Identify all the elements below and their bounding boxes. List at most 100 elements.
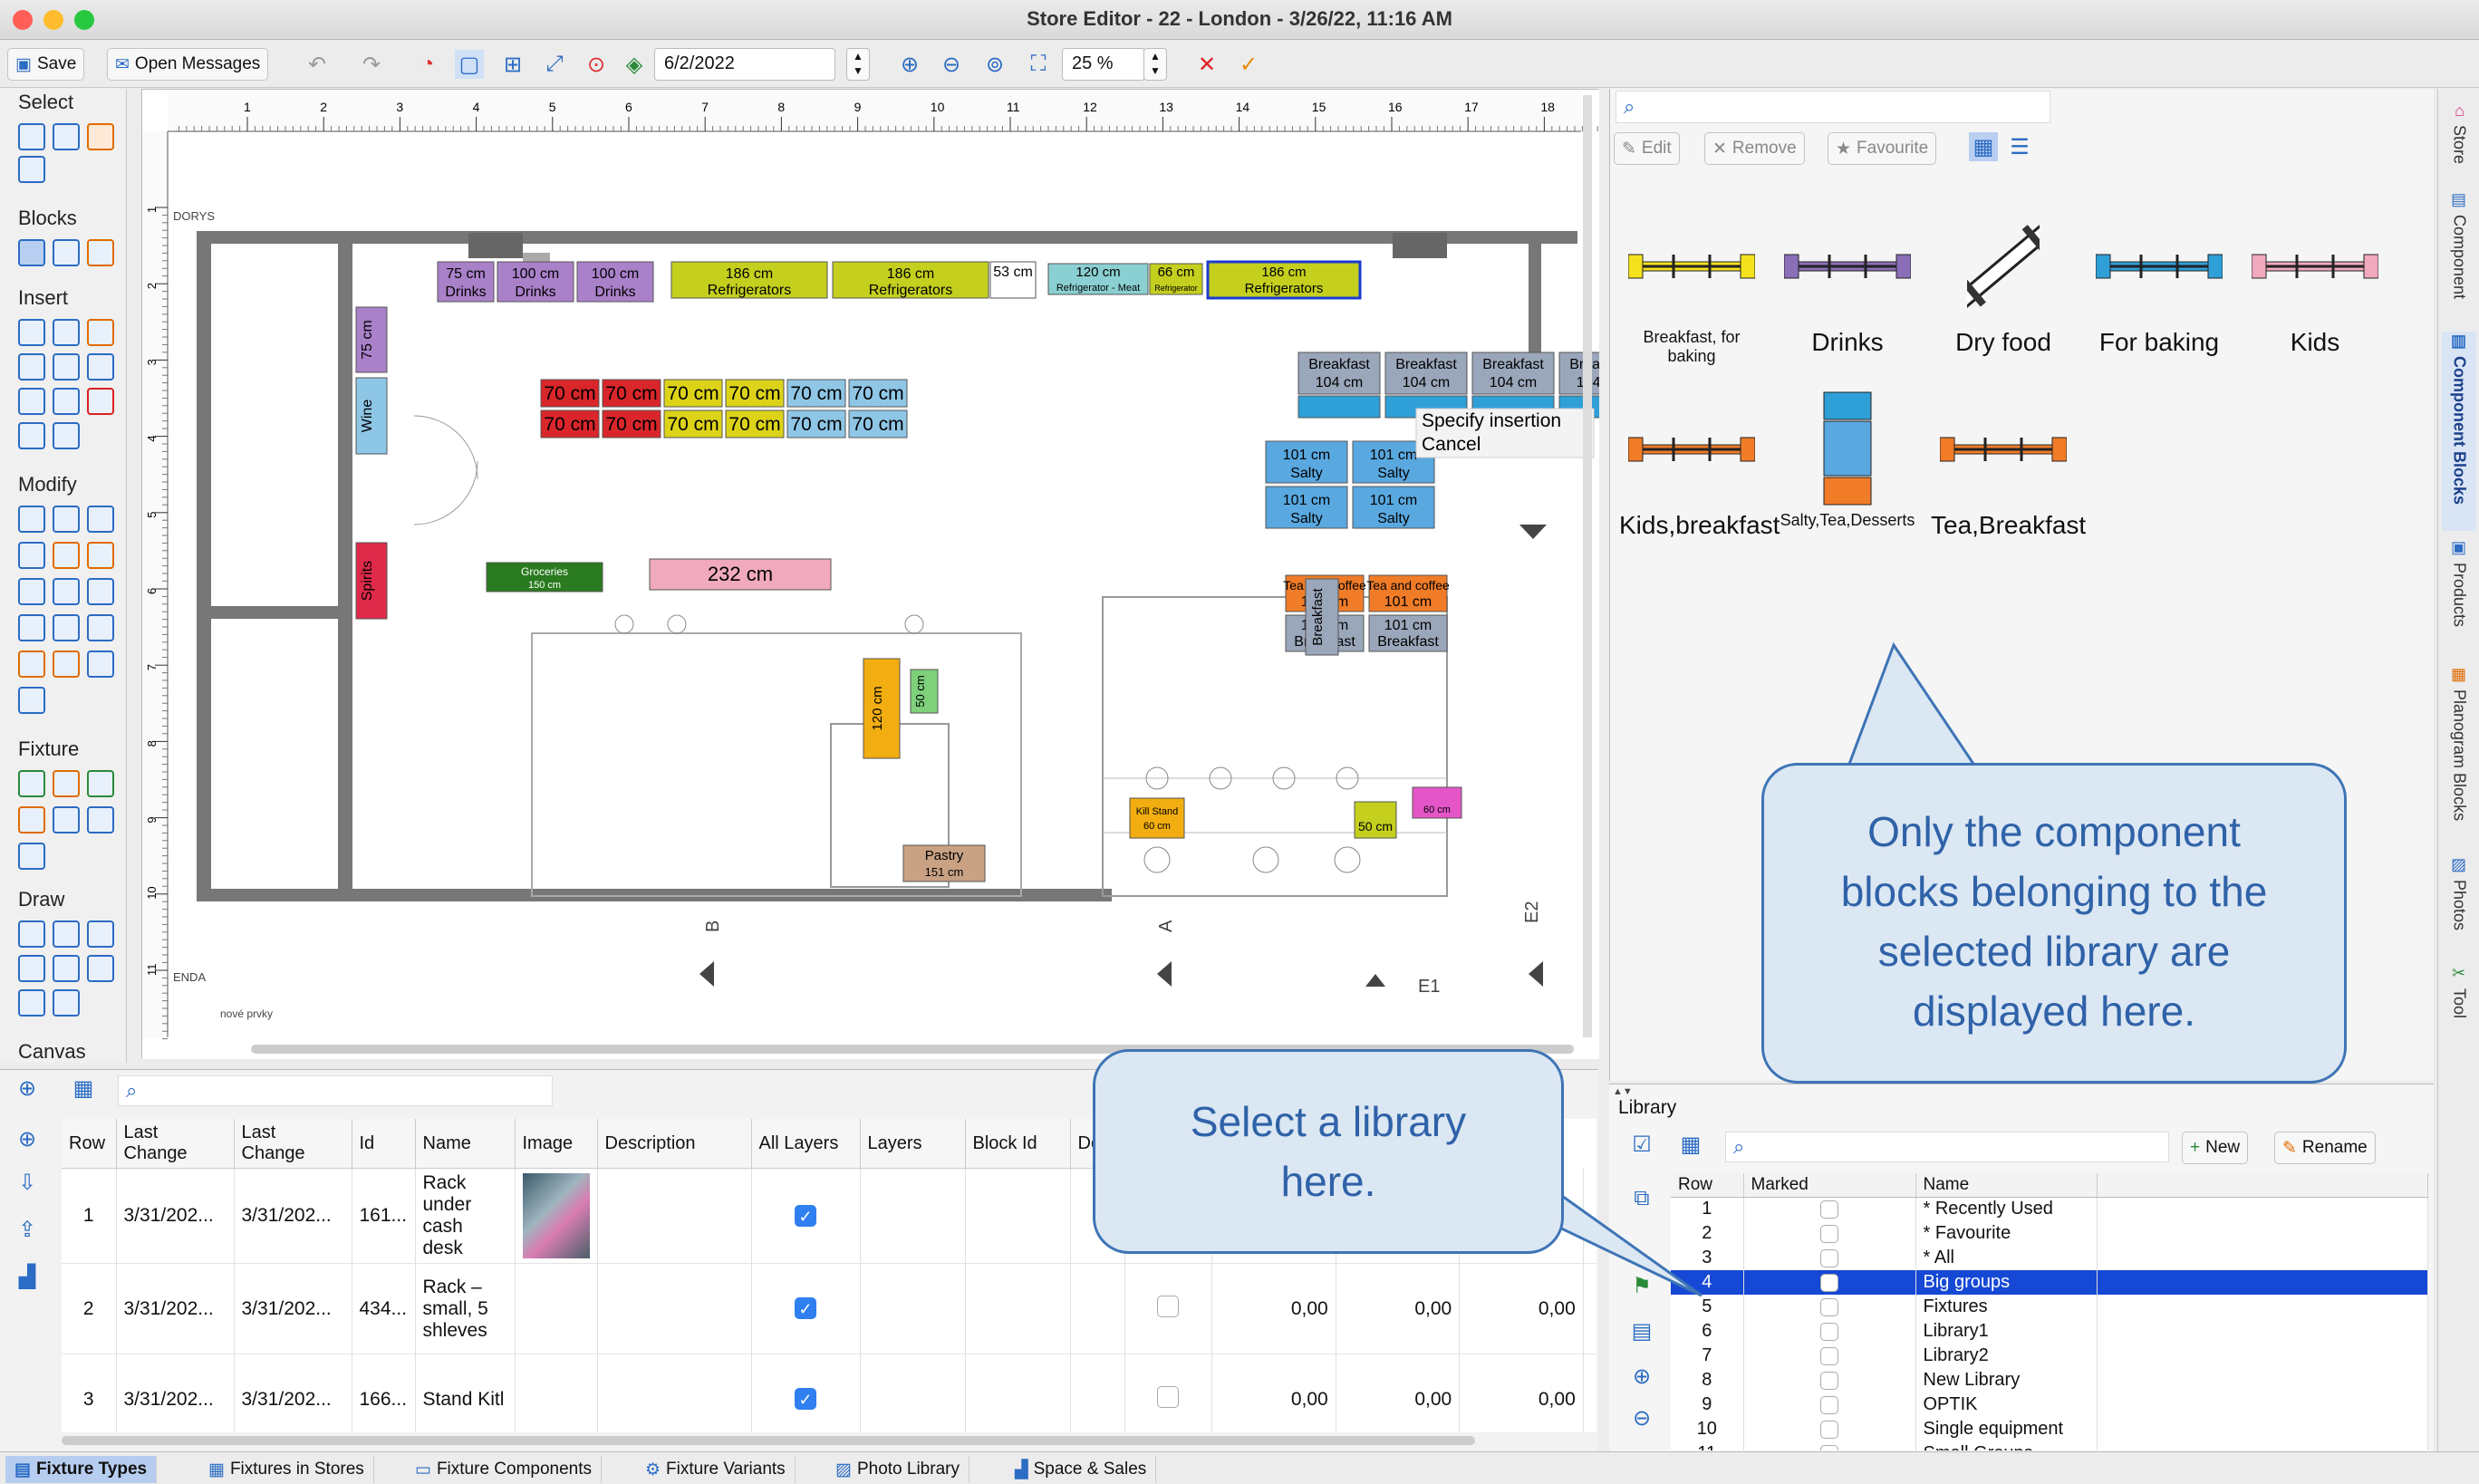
- extra-check[interactable]: [1124, 1354, 1213, 1432]
- distribute-icon[interactable]: [53, 542, 80, 569]
- align-left-icon[interactable]: [18, 542, 45, 569]
- fixture-70cm[interactable]: 70 cm: [663, 410, 723, 438]
- marked-cell[interactable]: [1743, 1344, 1916, 1368]
- fixture-salty[interactable]: 101 cm Salty: [1265, 486, 1348, 529]
- fixture-salty[interactable]: 101 cm Salty: [1265, 440, 1348, 484]
- draw-circle-icon[interactable]: [18, 989, 45, 1017]
- library-search-input[interactable]: ⌕: [1725, 1132, 2169, 1162]
- library-copy-icon[interactable]: ⧉: [1627, 1184, 1656, 1213]
- snap-icon[interactable]: ⤢: [540, 50, 569, 79]
- fixture-refrigerators-2[interactable]: 186 cmRefrigerators: [832, 261, 989, 299]
- marked-checkbox[interactable]: [1820, 1420, 1838, 1439]
- draw-polygon-icon[interactable]: [53, 989, 80, 1017]
- marked-cell[interactable]: [1743, 1368, 1916, 1392]
- draw-curve-icon[interactable]: [18, 955, 45, 982]
- marked-checkbox[interactable]: [1820, 1371, 1838, 1390]
- move-icon[interactable]: [18, 506, 45, 533]
- column-header[interactable]: Last Change: [234, 1119, 352, 1169]
- front-icon[interactable]: [18, 650, 45, 678]
- library-check-icon[interactable]: ☑: [1627, 1130, 1656, 1159]
- fixture-refrigerator-meat[interactable]: 120 cm Refrigerator - Meat: [1047, 263, 1149, 295]
- component-block-4[interactable]: Kids: [2243, 212, 2387, 357]
- marked-cell[interactable]: [1743, 1295, 1916, 1319]
- insert-symbol-icon[interactable]: [53, 388, 80, 415]
- zoom-in-icon[interactable]: ⊕: [895, 50, 924, 79]
- column-header[interactable]: All Layers: [751, 1119, 861, 1169]
- tab-component-blocks[interactable]: ▥ Component Blocks: [2442, 332, 2476, 531]
- floorplan-canvas[interactable]: 1 2 3 4 5 6 7 8 9 10 11 12 13 14 15 16 17 18 1 2 3 4 5 6 7 8 9 10 1…: [141, 89, 1599, 1059]
- align-middle-icon[interactable]: [53, 578, 80, 605]
- component-search-input[interactable]: ⌕: [1616, 91, 2050, 123]
- redo-icon[interactable]: ↷: [357, 50, 386, 79]
- all-layers[interactable]: ✓: [751, 1354, 861, 1432]
- marked-checkbox[interactable]: [1820, 1224, 1838, 1243]
- lasso-tool-icon[interactable]: [18, 156, 45, 183]
- marked-checkbox[interactable]: [1820, 1322, 1838, 1341]
- draw-spline-icon[interactable]: [53, 955, 80, 982]
- select-mode-icon[interactable]: ▢: [455, 50, 484, 79]
- tab-tool[interactable]: ✂ Tool: [2442, 964, 2476, 1046]
- rotate-icon[interactable]: [87, 506, 114, 533]
- draw-line-icon[interactable]: [18, 920, 45, 948]
- fixture-70cm[interactable]: 70 cm: [602, 410, 661, 438]
- fixture-breakfast-row[interactable]: Breakfast 104 cm Breakfast 104 cm Breakfast 1…: [1297, 352, 1599, 419]
- marked-checkbox[interactable]: [1820, 1297, 1838, 1316]
- library-row[interactable]: 4 Big groups: [1671, 1270, 2428, 1295]
- fixture-drinks-75[interactable]: 75 cm Drinks: [437, 261, 495, 303]
- library-add-icon[interactable]: ⊕: [1627, 1362, 1656, 1391]
- marked-cell[interactable]: [1743, 1246, 1916, 1270]
- column-header[interactable]: Block Id: [965, 1119, 1071, 1169]
- all-layers-checkbox[interactable]: ✓: [795, 1388, 816, 1410]
- fixture-add-icon[interactable]: [87, 806, 114, 834]
- library-row[interactable]: 10 Single equipment: [1671, 1417, 2428, 1441]
- extra-checkbox[interactable]: [1157, 1385, 1180, 1408]
- zoom-field[interactable]: 25 %: [1062, 48, 1145, 81]
- library-row[interactable]: 9 OPTIK: [1671, 1392, 2428, 1417]
- insert-camera-icon[interactable]: [53, 353, 80, 381]
- library-row[interactable]: 7 Library2: [1671, 1344, 2428, 1368]
- bottom-tab-3[interactable]: ⚙ Fixture Variants: [636, 1456, 796, 1483]
- zoom-extents-icon[interactable]: ⛶: [1024, 50, 1053, 79]
- stack-tool-icon[interactable]: [53, 239, 80, 266]
- table-row[interactable]: 3 3/31/202... 3/31/202... 166... Stand Kitl ✓…: [62, 1354, 1596, 1432]
- rename-library-button[interactable]: ✎ Rename: [2274, 1132, 2376, 1164]
- cancel-item[interactable]: Cancel: [1422, 434, 1481, 455]
- table-settings-icon[interactable]: ▦: [69, 1074, 98, 1103]
- library-row[interactable]: 5 Fixtures: [1671, 1295, 2428, 1319]
- marked-cell[interactable]: [1743, 1319, 1916, 1344]
- export-csv-icon[interactable]: ⇩: [13, 1168, 42, 1197]
- grid-icon[interactable]: ⊞: [498, 50, 527, 79]
- fixture-kids-232[interactable]: 232 cm: [649, 558, 832, 591]
- library-remove-icon[interactable]: ⊖: [1627, 1403, 1656, 1432]
- marked-cell[interactable]: [1743, 1392, 1916, 1417]
- component-block-1[interactable]: Drinks: [1775, 212, 1920, 357]
- marked-cell[interactable]: [1743, 1197, 1916, 1221]
- all-layers-checkbox[interactable]: ✓: [795, 1204, 816, 1227]
- insert-text-icon[interactable]: [18, 353, 45, 381]
- align-top-icon[interactable]: [18, 578, 45, 605]
- fixture-drinks-100a[interactable]: 100 cm Drinks: [497, 261, 574, 303]
- new-library-button[interactable]: + New: [2182, 1132, 2249, 1164]
- align-right-icon[interactable]: [87, 578, 114, 605]
- undo-icon[interactable]: ↶: [303, 50, 332, 79]
- camera-icon[interactable]: ⊙: [582, 50, 611, 79]
- marked-checkbox[interactable]: [1820, 1346, 1838, 1365]
- fixture-refrigerators-1[interactable]: 186 cmRefrigerators: [670, 261, 828, 299]
- fixture-50cm[interactable]: 50 cm: [1354, 801, 1397, 839]
- tab-component[interactable]: ▤ Component: [2442, 190, 2476, 326]
- fixture-breakfast[interactable]: Breakfast 104 cm: [1471, 352, 1555, 419]
- library-row[interactable]: 11 Small Groups: [1671, 1441, 2428, 1450]
- table-horizontal-scrollbar[interactable]: [62, 1436, 1475, 1445]
- column-header[interactable]: Image: [515, 1119, 598, 1169]
- tab-store[interactable]: ⌂ Store: [2442, 101, 2476, 183]
- tab-products[interactable]: ▣ Products: [2442, 538, 2476, 656]
- bottom-tab-1[interactable]: ▦ Fixtures in Stores: [199, 1456, 374, 1483]
- library-row[interactable]: 8 New Library: [1671, 1368, 2428, 1392]
- fixture-spirits[interactable]: Spirits: [355, 542, 388, 620]
- fixture-frame-icon[interactable]: [53, 806, 80, 834]
- resize-icon[interactable]: [18, 687, 45, 714]
- library-settings-icon[interactable]: ▦: [1676, 1130, 1705, 1159]
- component-block-5[interactable]: Kids,breakfast: [1619, 395, 1780, 540]
- extra-check[interactable]: [1124, 1263, 1213, 1354]
- component-block-6[interactable]: Salty,Tea,Desserts: [1775, 391, 1920, 530]
